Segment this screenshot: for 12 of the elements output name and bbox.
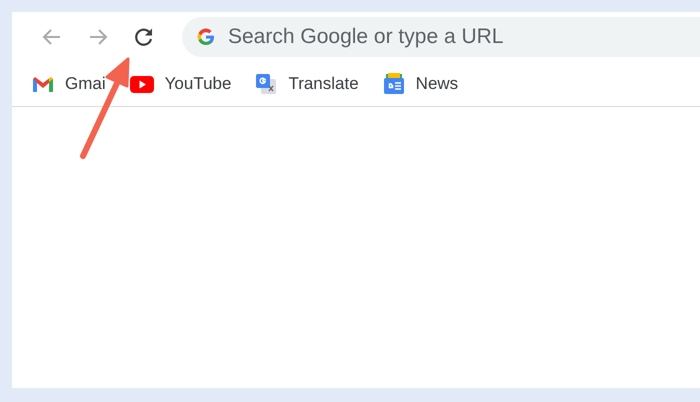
google-icon [196,27,216,47]
search-field[interactable]: Search Google or type a URL [228,25,700,49]
bookmark-link[interactable]: News [382,73,458,95]
bookmark-link[interactable]: Translate [255,73,359,95]
reload-icon [133,26,155,48]
mail-icon [32,76,54,92]
play-icon [130,76,154,92]
bookmark-link[interactable]: YouTube [130,74,232,94]
translate-icon [255,73,278,95]
bookmark-link[interactable]: Gmai [32,74,106,94]
news-icon [382,73,405,95]
address-bar[interactable]: Search Google or type a URL [182,17,700,57]
